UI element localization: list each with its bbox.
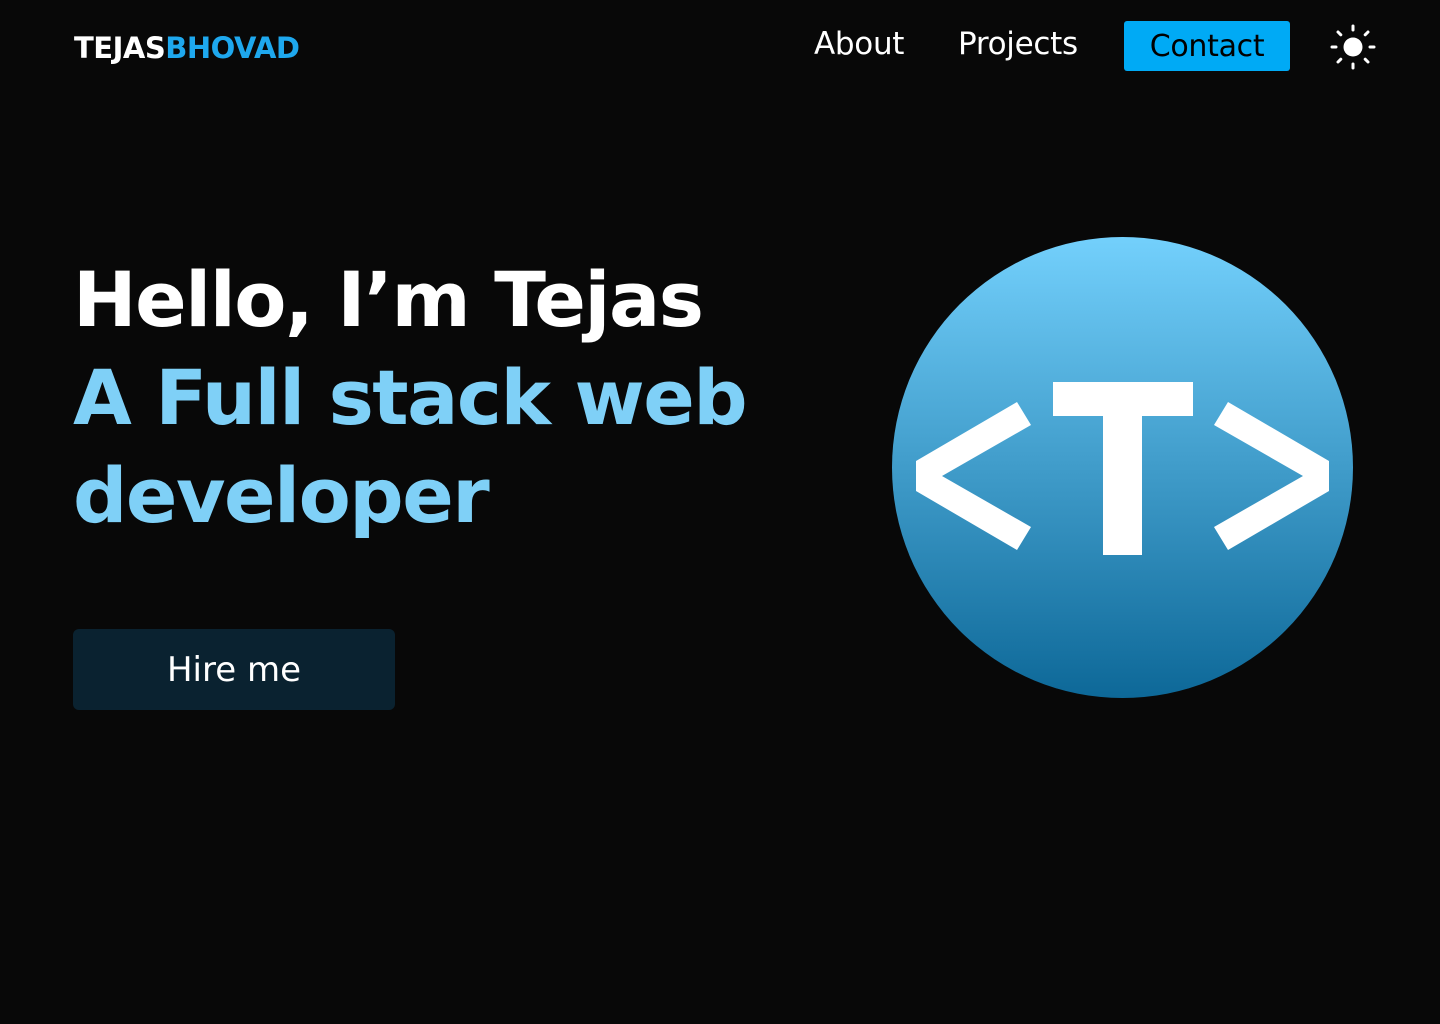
theme-toggle-button[interactable]	[1330, 24, 1376, 70]
logo-first-name: TEJAS	[74, 31, 166, 65]
code-tag-t-logo	[892, 237, 1353, 698]
hero-role-line-1: A Full stack web	[73, 353, 748, 442]
hero-role-line-2: developer	[73, 451, 490, 540]
page: TEJASBHOVAD About Projects Contact Hello…	[0, 0, 1440, 1024]
contact-button[interactable]: Contact	[1124, 21, 1290, 71]
nav-projects-link[interactable]: Projects	[958, 24, 1078, 64]
nav-about-link[interactable]: About	[814, 24, 904, 64]
hero-greeting: Hello, I’m Tejas	[73, 255, 704, 344]
logo-last-name: BHOVAD	[165, 31, 300, 65]
sun-icon	[1330, 24, 1376, 70]
hire-me-button[interactable]: Hire me	[73, 629, 395, 710]
site-logo[interactable]: TEJASBHOVAD	[74, 30, 300, 66]
